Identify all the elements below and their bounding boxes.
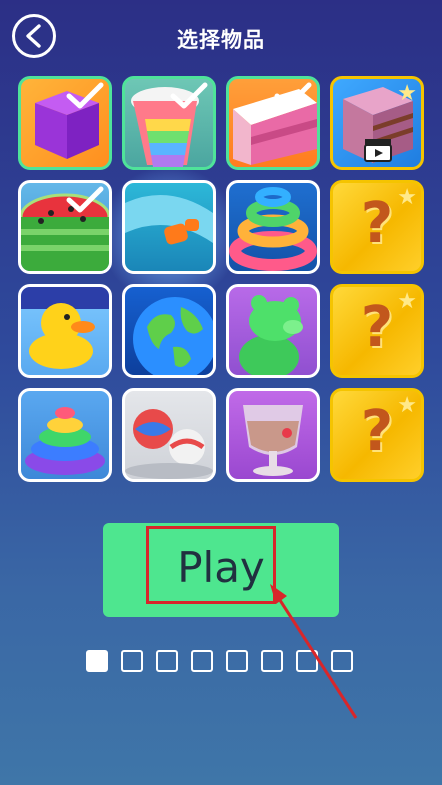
- swirl-balls-image: [125, 409, 213, 479]
- item-tile-layer-cake-video[interactable]: ★: [330, 76, 424, 170]
- item-tile-earth-globe[interactable]: [122, 284, 216, 378]
- page-dot[interactable]: [226, 650, 248, 672]
- check-icon: [170, 82, 208, 109]
- page-indicator: [86, 650, 362, 674]
- item-tile-mystery[interactable]: ★ ?: [330, 180, 424, 274]
- item-grid: ★ ★ ? ★ ? ★ ?: [18, 76, 424, 482]
- video-clapper-icon: [364, 139, 392, 162]
- item-tile-green-jelly-bear[interactable]: [226, 284, 320, 378]
- green-jelly-bear-image: [239, 295, 303, 375]
- item-tile-rainbow-slices[interactable]: [122, 76, 216, 170]
- rainbow-swirl-image: [25, 407, 105, 475]
- check-icon: [66, 186, 104, 213]
- item-tile-rainbow-swirl[interactable]: [18, 388, 112, 482]
- page-dot[interactable]: [156, 650, 178, 672]
- item-tile-watermelon[interactable]: [18, 180, 112, 274]
- page-dot[interactable]: [121, 650, 143, 672]
- page-dot[interactable]: [261, 650, 283, 672]
- item-tile-rubber-duck[interactable]: [18, 284, 112, 378]
- rubber-duck-image: [21, 287, 109, 369]
- check-icon: [274, 82, 312, 109]
- item-tile-purple-cube[interactable]: [18, 76, 112, 170]
- top-bar: 选择物品: [0, 0, 442, 78]
- earth-globe-image: [133, 297, 213, 375]
- page-title: 选择物品: [177, 28, 265, 52]
- item-tile-mystery[interactable]: ★ ?: [330, 284, 424, 378]
- question-mark-icon: ?: [360, 295, 394, 360]
- highlight-annotation-box: [146, 526, 276, 604]
- page-dot[interactable]: [296, 650, 318, 672]
- question-mark-icon: ?: [360, 191, 394, 256]
- page-dot[interactable]: [191, 650, 213, 672]
- check-icon: [66, 82, 104, 109]
- question-mark-icon: ?: [360, 399, 394, 464]
- rainbow-spiral-image: [229, 187, 317, 271]
- item-tile-fish-slide[interactable]: [122, 180, 216, 274]
- item-tile-swirl-balls[interactable]: [122, 388, 216, 482]
- page-dot-active[interactable]: [86, 650, 108, 672]
- fish-slide-image: [125, 195, 213, 245]
- page-dot[interactable]: [331, 650, 353, 672]
- item-tile-pink-layer-cake[interactable]: [226, 76, 320, 170]
- star-icon: ★: [397, 81, 417, 106]
- milkshake-glass-image: [243, 405, 303, 476]
- item-tile-milkshake-glass[interactable]: [226, 388, 320, 482]
- item-tile-rainbow-spiral[interactable]: [226, 180, 320, 274]
- item-tile-mystery[interactable]: ★ ?: [330, 388, 424, 482]
